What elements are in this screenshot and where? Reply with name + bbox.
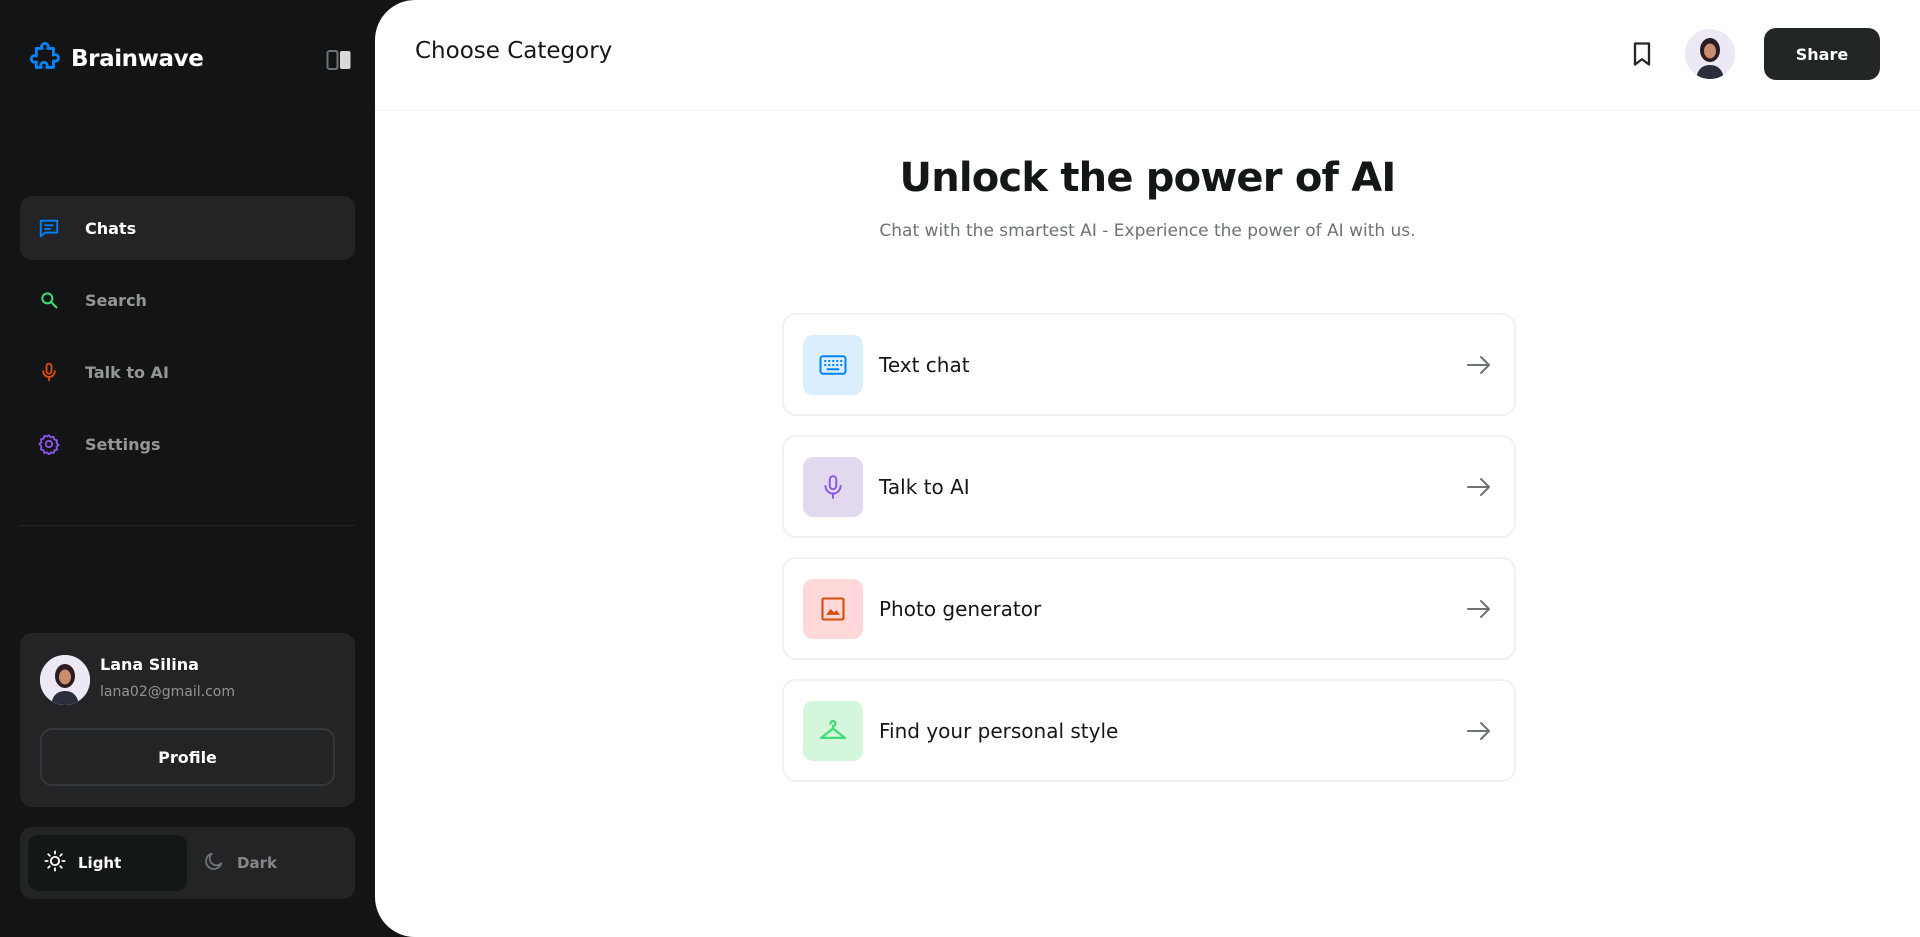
theme-light-option[interactable]: Light [28, 835, 187, 891]
sidebar-item-settings[interactable]: Settings [20, 412, 355, 476]
theme-dark-option[interactable]: Dark [187, 835, 346, 891]
theme-dark-label: Dark [237, 854, 277, 872]
user-name: Lana Silina [100, 655, 199, 674]
gear-icon [37, 432, 61, 456]
main-panel: Choose Category Share Unlock the power o… [375, 0, 1920, 937]
user-email: lana02@gmail.com [100, 684, 235, 700]
theme-switch: Light Dark [20, 827, 355, 899]
sidebar-item-search[interactable]: Search [20, 268, 355, 332]
category-list: Text chat Talk to AI Photo generator Fin… [782, 313, 1516, 801]
moon-icon [203, 850, 225, 876]
microphone-icon [803, 456, 863, 517]
category-label: Talk to AI [879, 474, 970, 499]
hero-title: Unlock the power of AI [899, 155, 1397, 201]
top-bar: Choose Category Share [375, 0, 1920, 111]
category-personal-style[interactable]: Find your personal style [782, 679, 1516, 782]
keyboard-icon [803, 334, 863, 395]
hanger-icon [803, 700, 863, 761]
profile-button[interactable]: Profile [40, 728, 335, 786]
sidebar-item-label: Chats [85, 218, 137, 238]
puzzle-logo-icon [24, 38, 62, 80]
sidebar-item-label: Settings [85, 434, 161, 454]
arrow-right-icon [1466, 719, 1492, 743]
category-text-chat[interactable]: Text chat [782, 313, 1516, 416]
arrow-right-icon [1466, 475, 1492, 499]
category-label: Find your personal style [879, 718, 1119, 743]
bookmark-icon[interactable] [1628, 40, 1656, 68]
sun-icon [44, 850, 66, 876]
category-label: Text chat [879, 352, 970, 377]
chat-icon [37, 216, 61, 240]
category-photo-generator[interactable]: Photo generator [782, 557, 1516, 660]
sidebar-divider [20, 525, 355, 526]
arrow-right-icon [1466, 597, 1492, 621]
sidebar-item-label: Search [85, 290, 147, 310]
sidebar-item-chats[interactable]: Chats [20, 196, 355, 260]
sidebar-toggle-icon[interactable] [326, 48, 352, 72]
arrow-right-icon [1466, 353, 1492, 377]
share-button[interactable]: Share [1764, 28, 1880, 80]
sidebar-item-label: Talk to AI [85, 362, 169, 382]
sidebar: Brainwave Chats Search Talk to AI Settin… [0, 0, 375, 937]
app-name: Brainwave [71, 46, 204, 72]
app-window: Brainwave Chats Search Talk to AI Settin… [0, 0, 1920, 937]
hero-subtitle: Chat with the smartest AI - Experience t… [879, 221, 1416, 241]
avatar [40, 655, 90, 705]
user-card: Lana Silina lana02@gmail.com Profile [20, 633, 355, 807]
image-icon [803, 578, 863, 639]
theme-light-label: Light [78, 854, 122, 872]
category-talk-to-ai[interactable]: Talk to AI [782, 435, 1516, 538]
sidebar-nav: Chats Search Talk to AI Settings [20, 196, 355, 484]
search-icon [37, 288, 61, 312]
page-title: Choose Category [415, 38, 613, 64]
avatar[interactable] [1685, 29, 1735, 79]
category-label: Photo generator [879, 596, 1042, 621]
logo[interactable]: Brainwave [24, 38, 204, 80]
sidebar-item-talk-to-ai[interactable]: Talk to AI [20, 340, 355, 404]
microphone-icon [37, 360, 61, 384]
